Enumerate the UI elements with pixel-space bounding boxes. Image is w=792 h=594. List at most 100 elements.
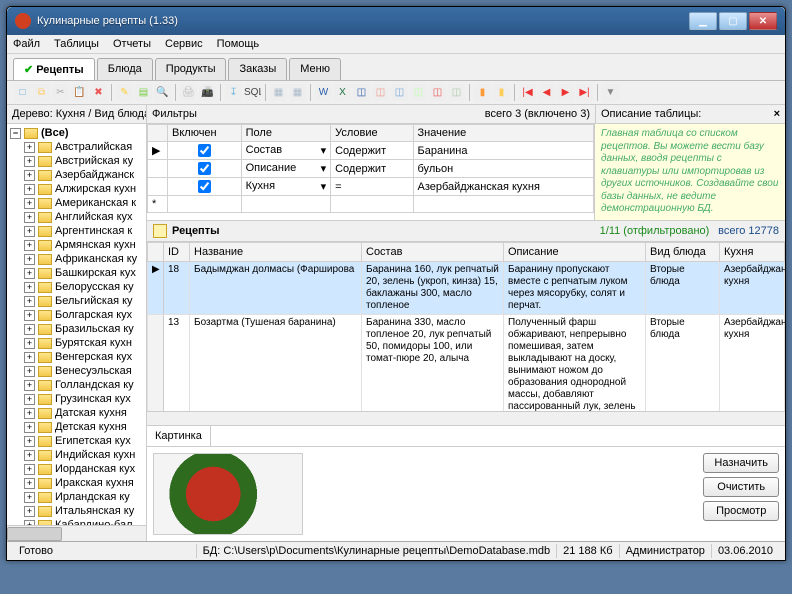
tb-html-icon[interactable]: ◫ <box>372 84 389 101</box>
tree-item[interactable]: +Детская кухня <box>10 420 143 434</box>
tree-item[interactable]: +Азербайджанск <box>10 168 143 182</box>
expand-icon[interactable]: + <box>24 478 35 489</box>
tree-item[interactable]: +Кабардино-бал <box>10 518 143 525</box>
tb-exp2-icon[interactable]: ▦ <box>289 84 306 101</box>
expand-icon[interactable]: + <box>24 240 35 251</box>
tb-stat-icon[interactable]: ▮ <box>493 84 510 101</box>
expand-icon[interactable]: + <box>24 422 35 433</box>
tb-excel-icon[interactable]: X <box>334 84 351 101</box>
tree-item[interactable]: +Итальянская ку <box>10 504 143 518</box>
tb-next-icon[interactable]: ▶ <box>557 84 574 101</box>
expand-icon[interactable]: + <box>24 338 35 349</box>
expand-icon[interactable]: + <box>24 296 35 307</box>
menu-Помощь[interactable]: Помощь <box>217 38 260 50</box>
tb-chart-icon[interactable]: ▮ <box>474 84 491 101</box>
tree-item[interactable]: +Болгарская кух <box>10 308 143 322</box>
expand-icon[interactable]: + <box>24 436 35 447</box>
tree-item[interactable]: +Бельгийская ку <box>10 294 143 308</box>
tb-sql-icon[interactable]: SQL <box>244 84 261 101</box>
tree-item[interactable]: +Английская кух <box>10 210 143 224</box>
grid-row[interactable]: 13Бозартма (Тушеная баранина)Баранина 33… <box>148 314 785 411</box>
grid-col[interactable]: Описание <box>504 242 646 261</box>
tb-first-icon[interactable]: |◀ <box>519 84 536 101</box>
tree-hscroll[interactable] <box>7 525 146 541</box>
expand-icon[interactable]: + <box>24 506 35 517</box>
tb-down-icon[interactable]: ▼ <box>602 84 619 101</box>
tb-import-icon[interactable]: ↧ <box>225 84 242 101</box>
tree-item[interactable]: +Иорданская кух <box>10 462 143 476</box>
tree-item[interactable]: +Африканская ку <box>10 252 143 266</box>
expand-icon[interactable]: + <box>24 226 35 237</box>
tree-item[interactable]: +Бразильская ку <box>10 322 143 336</box>
filter-enabled-checkbox[interactable] <box>198 144 211 157</box>
filter-col[interactable]: Значение <box>413 125 594 142</box>
expand-icon[interactable]: + <box>24 324 35 335</box>
expand-icon[interactable]: + <box>24 268 35 279</box>
tb-xml-icon[interactable]: ◫ <box>391 84 408 101</box>
tb-misc-icon[interactable]: ◫ <box>448 84 465 101</box>
tree-item[interactable]: +Голландская ку <box>10 378 143 392</box>
expand-icon[interactable]: + <box>24 408 35 419</box>
menu-Таблицы[interactable]: Таблицы <box>54 38 99 50</box>
filter-row[interactable]: Кухня ▾=Азербайджанская кухня <box>148 178 594 196</box>
filter-enabled-checkbox[interactable] <box>198 180 211 193</box>
tab-Продукты[interactable]: Продукты <box>155 58 227 80</box>
tree-item[interactable]: +Индийская кухн <box>10 448 143 462</box>
tb-csv-icon[interactable]: ◫ <box>410 84 427 101</box>
filter-col[interactable]: Включен <box>168 125 242 142</box>
tab-Блюда[interactable]: Блюда <box>97 58 153 80</box>
tree-item[interactable]: +Белорусская ку <box>10 280 143 294</box>
tb-word-icon[interactable]: W <box>315 84 332 101</box>
assign-button[interactable]: Назначить <box>703 453 779 473</box>
menu-Отчеты[interactable]: Отчеты <box>113 38 151 50</box>
close-desc-button[interactable]: × <box>774 108 780 120</box>
filter-enabled-checkbox[interactable] <box>198 162 211 175</box>
tb-new-icon[interactable]: □ <box>14 84 31 101</box>
view-button[interactable]: Просмотр <box>703 501 779 521</box>
tree-item[interactable]: +Ирландская ку <box>10 490 143 504</box>
minimize-button[interactable]: ▁ <box>689 12 717 30</box>
menu-Сервис[interactable]: Сервис <box>165 38 203 50</box>
filter-col[interactable]: Поле <box>241 125 330 142</box>
tb-print-icon[interactable]: 🖨 <box>180 84 197 101</box>
expand-icon[interactable]: + <box>24 394 35 405</box>
tree-item[interactable]: +Алжирская кухн <box>10 182 143 196</box>
grid-row[interactable]: ▶18Бадымджан долмасы (ФаршироваБаранина … <box>148 261 785 314</box>
tb-fax-icon[interactable]: 📠 <box>199 84 216 101</box>
expand-icon[interactable]: + <box>24 380 35 391</box>
tb-copy-icon[interactable]: ⧉ <box>33 84 50 101</box>
expand-icon[interactable]: + <box>24 254 35 265</box>
recipes-grid[interactable]: IDНазваниеСоставОписаниеВид блюдаКухня▶1… <box>147 242 785 412</box>
tb-tree-icon[interactable]: ▤ <box>135 84 152 101</box>
expand-icon[interactable]: + <box>24 198 35 209</box>
tb-cut-icon[interactable]: ✂ <box>52 84 69 101</box>
tb-del-icon[interactable]: ✖ <box>90 84 107 101</box>
cuisine-tree[interactable]: −(Все)+Австралийская+Австрийская ку+Азер… <box>7 124 146 525</box>
expand-icon[interactable]: + <box>24 212 35 223</box>
tree-item[interactable]: +Аргентинская к <box>10 224 143 238</box>
collapse-icon[interactable]: − <box>10 128 21 139</box>
filter-row[interactable]: Описание ▾Содержитбульон <box>148 160 594 178</box>
tree-item[interactable]: +Армянская кухн <box>10 238 143 252</box>
tb-pdf-icon[interactable]: ◫ <box>429 84 446 101</box>
tb-last-icon[interactable]: ▶| <box>576 84 593 101</box>
expand-icon[interactable]: + <box>24 464 35 475</box>
tree-item[interactable]: +Датская кухня <box>10 406 143 420</box>
tree-item[interactable]: +Венгерская кух <box>10 350 143 364</box>
tree-item[interactable]: +Американская к <box>10 196 143 210</box>
filter-grid[interactable]: ВключенПолеУсловиеЗначение▶Состав ▾Содер… <box>147 124 595 220</box>
tb-prev-icon[interactable]: ◀ <box>538 84 555 101</box>
maximize-button[interactable]: ▢ <box>719 12 747 30</box>
expand-icon[interactable]: + <box>24 366 35 377</box>
filter-col[interactable]: Условие <box>331 125 413 142</box>
tb-find-icon[interactable]: 🔍 <box>154 84 171 101</box>
tb-paste-icon[interactable]: 📋 <box>71 84 88 101</box>
tab-Рецепты[interactable]: ✔Рецепты <box>13 58 95 80</box>
tb-doc-icon[interactable]: ◫ <box>353 84 370 101</box>
expand-icon[interactable]: + <box>24 170 35 181</box>
tb-edit-icon[interactable]: ✎ <box>116 84 133 101</box>
tree-item[interactable]: +Венесуэльская <box>10 364 143 378</box>
tree-item[interactable]: +Египетская кух <box>10 434 143 448</box>
expand-icon[interactable]: + <box>24 352 35 363</box>
expand-icon[interactable]: + <box>24 282 35 293</box>
